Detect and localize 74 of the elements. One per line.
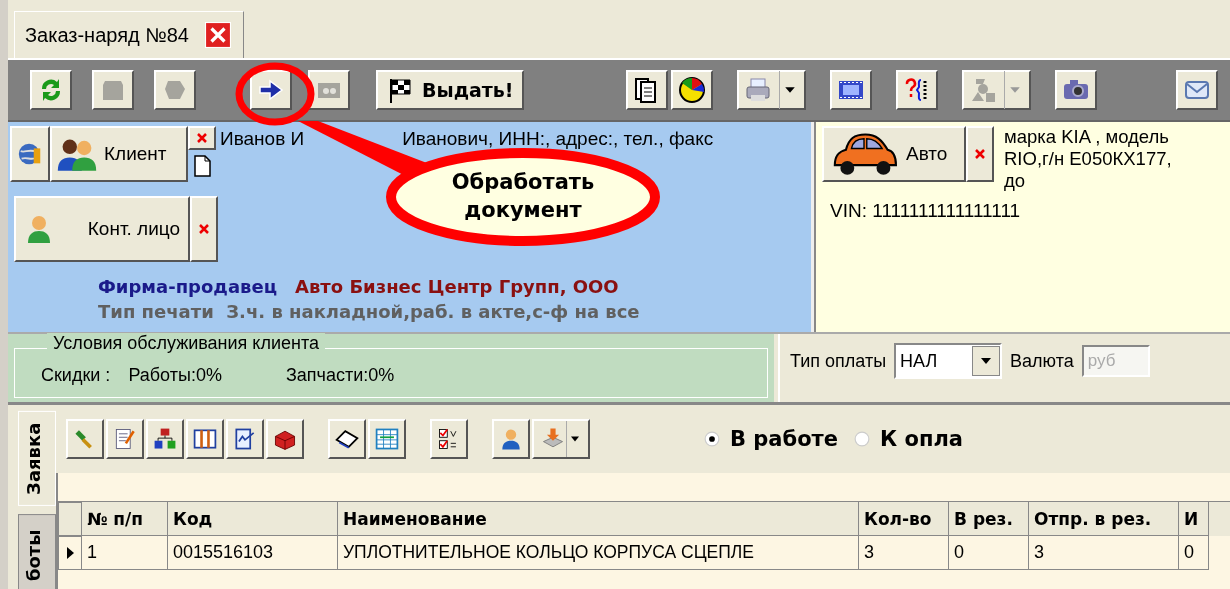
table-cell: УПЛОТНИТЕЛЬНОЕ КОЛЬЦО КОРПУСА СЦЕПЛЕ xyxy=(338,536,859,570)
toolbar-button[interactable] xyxy=(250,70,292,110)
structure-icon xyxy=(152,426,178,452)
table-cell: 3 xyxy=(1029,536,1179,570)
client-card-button[interactable] xyxy=(10,126,50,182)
remove-client-button[interactable] xyxy=(188,126,216,150)
table-cell: 0 xyxy=(949,536,1029,570)
client-button[interactable]: Клиент xyxy=(50,126,188,182)
column-header[interactable]: И xyxy=(1179,502,1209,536)
radio-icon[interactable] xyxy=(854,431,871,447)
table-icon xyxy=(374,426,400,452)
issue-button[interactable]: Выдать! xyxy=(376,70,524,110)
group-title: Условия обслуживания клиента xyxy=(47,333,325,354)
seller-label: Фирма-продавец xyxy=(98,276,277,297)
column-header[interactable]: № п/п xyxy=(82,502,168,536)
contact-person-button[interactable]: Конт. лицо xyxy=(14,196,190,262)
print-type: Тип печати З.ч. в накладной,раб. в акте,с-ф на все xyxy=(98,301,641,322)
toolbar-button[interactable] xyxy=(186,419,224,459)
currency-label: Валюта xyxy=(1010,350,1074,372)
toolbar-button[interactable] xyxy=(368,419,406,459)
side-tab[interactable]: боты xyxy=(18,513,56,589)
toolbar-button[interactable] xyxy=(670,70,713,110)
cross-icon xyxy=(196,132,208,144)
cross-icon xyxy=(198,223,210,235)
color-wheel-icon xyxy=(676,75,707,105)
client-info: Иванович, ИНН:, адрес:, тел., факс xyxy=(402,128,714,150)
toolbar-button[interactable] xyxy=(30,70,72,110)
table-cell: 3 xyxy=(859,536,949,570)
toolbar-button[interactable] xyxy=(492,419,530,459)
payment-type-dropdown[interactable]: НАЛ xyxy=(894,343,1003,379)
table-cell: 0015516103 xyxy=(168,536,338,570)
seller-name: Авто Бизнес Центр Групп, ООО xyxy=(295,276,619,297)
status-radio[interactable]: В работе xyxy=(704,427,839,451)
cross-icon xyxy=(974,148,986,160)
column-header[interactable]: В рез. xyxy=(949,502,1029,536)
toolbar-button[interactable] xyxy=(146,419,184,459)
toolbar-button[interactable] xyxy=(895,70,938,110)
callout-text: Обработать документ xyxy=(450,169,596,224)
document-icon xyxy=(192,154,212,178)
toolbar-button[interactable] xyxy=(532,419,590,459)
remove-vehicle-button[interactable] xyxy=(966,126,994,182)
toolbar-button[interactable] xyxy=(736,70,806,110)
toolbar-button[interactable] xyxy=(266,419,304,459)
dropdown-arrow-icon xyxy=(980,357,993,365)
document-tab[interactable]: Заказ-наряд №84 xyxy=(14,11,244,58)
radio-icon[interactable] xyxy=(704,431,720,447)
column-header[interactable]: Отпр. в рез. xyxy=(1029,502,1179,536)
works-discount: Работы:0% xyxy=(128,365,222,386)
toolbar-button[interactable] xyxy=(328,419,366,459)
close-icon[interactable] xyxy=(204,22,231,48)
column-header[interactable]: Наименование xyxy=(338,502,859,536)
payment-type-label: Тип оплаты xyxy=(790,350,887,372)
remove-contact-button[interactable] xyxy=(190,196,218,262)
toolbar-button[interactable] xyxy=(1176,70,1218,110)
toolbar-button[interactable] xyxy=(625,70,668,110)
toolbar-button[interactable] xyxy=(106,419,144,459)
client-info: Иванов И xyxy=(220,128,305,150)
columns-icon xyxy=(192,426,218,452)
table-cell: 0 xyxy=(1179,536,1209,570)
toolbar-button[interactable] xyxy=(430,419,468,459)
discounts-label: Скидки : xyxy=(41,365,111,386)
table-cell: 1 xyxy=(82,536,168,570)
toolbar-button[interactable] xyxy=(66,419,104,459)
column-header[interactable]: Кол-во xyxy=(859,502,949,536)
vehicle-info: марка KIA , модель RIO,г/н Е050КХ177, до xyxy=(1004,126,1172,192)
toolbar-button[interactable] xyxy=(829,70,872,110)
status-radio[interactable]: К опла xyxy=(854,427,963,451)
column-header[interactable]: Код xyxy=(168,502,338,536)
toolbar-button[interactable] xyxy=(226,419,264,459)
parts-discount: Запчасти:0% xyxy=(285,365,395,386)
toolbar-button[interactable] xyxy=(1054,70,1097,110)
vin-number: VIN: 1111111111111111 xyxy=(830,200,1022,222)
side-tab[interactable]: Заявка xyxy=(18,411,56,506)
vehicle-button[interactable]: Авто xyxy=(822,126,966,182)
